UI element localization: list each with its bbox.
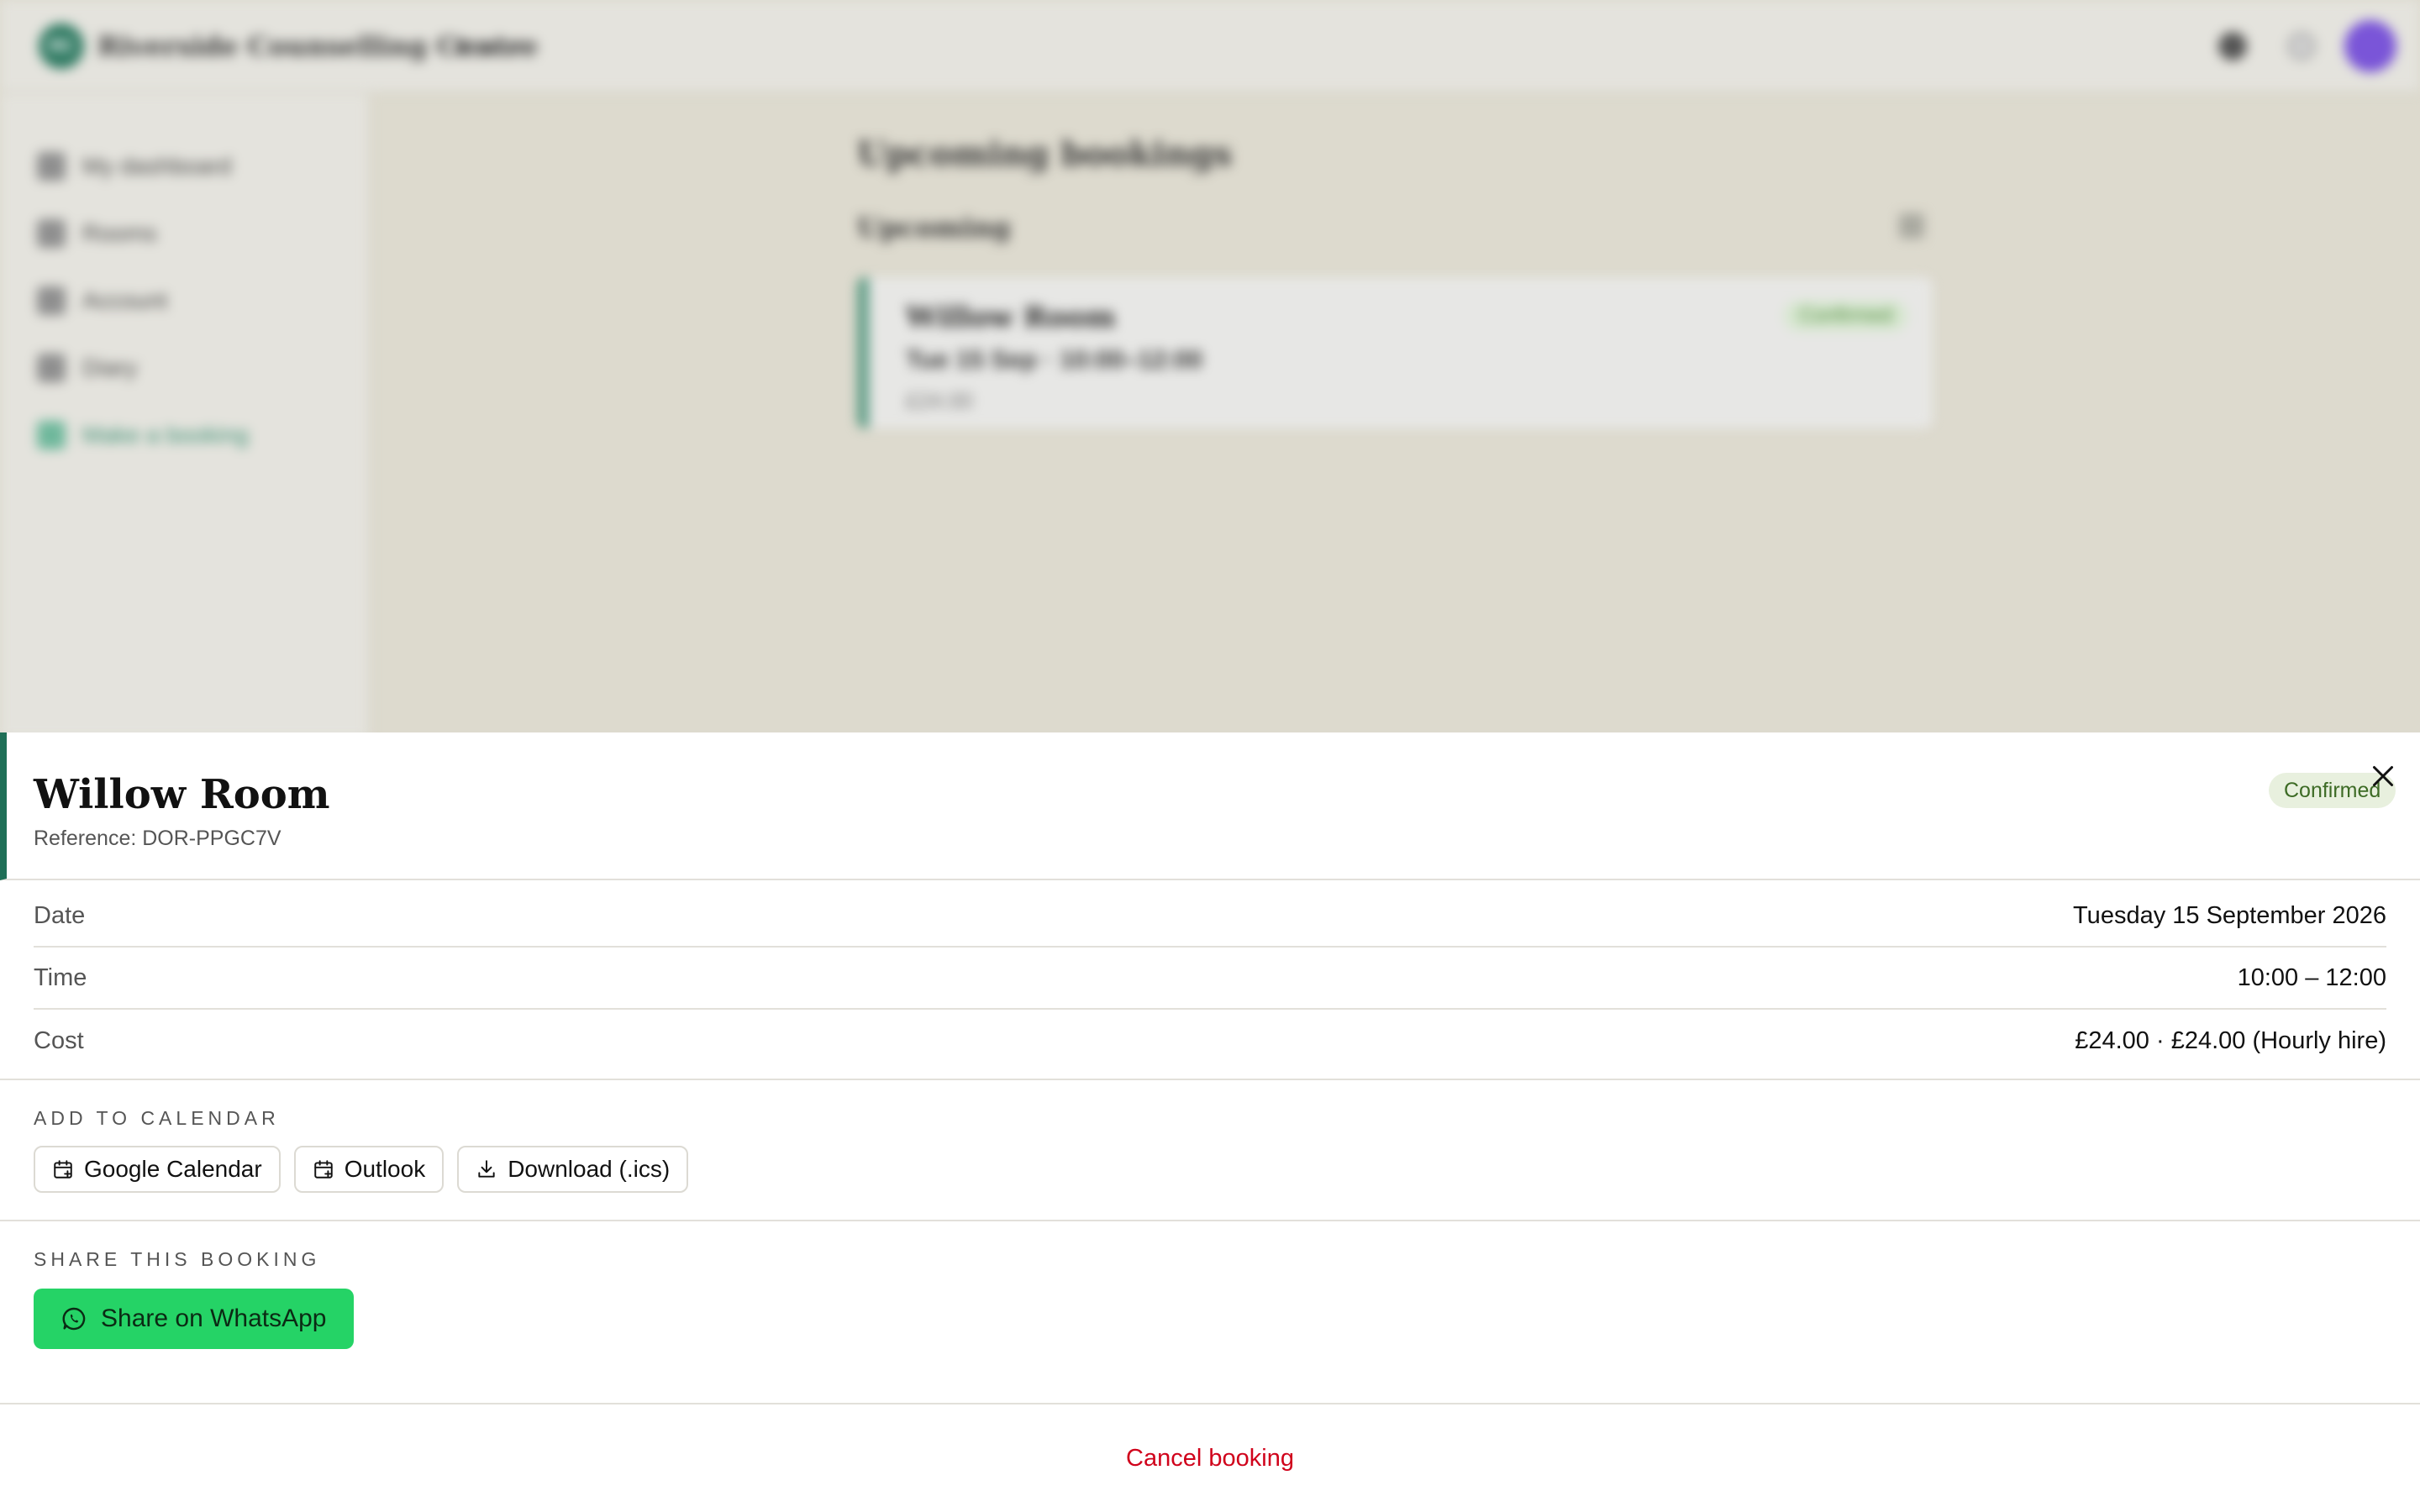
sidebar-item-label: Rooms — [82, 220, 157, 246]
button-label: Download (.ics) — [508, 1156, 671, 1182]
calendar-plus-icon — [37, 421, 66, 449]
add-to-calendar-heading: ADD TO CALENDAR — [34, 1107, 280, 1129]
help-icon[interactable] — [2287, 32, 2316, 60]
detail-value: 10:00 – 12:00 — [2237, 963, 2386, 991]
dashboard-icon — [37, 152, 66, 181]
detail-row-time: Time 10:00 – 12:00 — [34, 948, 2386, 1010]
whatsapp-icon — [62, 1307, 86, 1331]
booking-card-when: Tue 15 Sep · 10:00–12:00 — [906, 346, 1202, 374]
account-icon — [37, 286, 66, 315]
booking-card[interactable]: Willow Room Tue 15 Sep · 10:00–12:00 £24… — [857, 277, 1933, 428]
sidebar-item-diary[interactable]: Diary — [37, 351, 137, 385]
detail-value: Tuesday 15 September 2026 — [2073, 901, 2386, 929]
button-label: Share on WhatsApp — [101, 1305, 327, 1332]
calendar-buttons: Google Calendar Outlook Download (.ics) — [34, 1146, 689, 1193]
divider — [0, 1403, 2420, 1404]
button-label: Outlook — [344, 1156, 426, 1182]
page-title: Upcoming bookings — [857, 134, 1233, 174]
sidebar-item-dashboard[interactable]: My dashboard — [37, 150, 231, 183]
divider — [0, 1079, 2420, 1080]
edit-icon[interactable] — [1899, 213, 1924, 239]
booking-reference: Reference: DOR-PPGC7V — [34, 827, 281, 850]
download-ics-button[interactable]: Download (.ics) — [457, 1146, 689, 1193]
google-calendar-button[interactable]: Google Calendar — [34, 1146, 281, 1193]
booking-detail-sheet: Willow Room Reference: DOR-PPGC7V Confir… — [0, 732, 2420, 1512]
brand-logo: RC — [39, 24, 84, 69]
download-icon — [478, 1160, 495, 1178]
sidebar-item-label: My dashboard — [82, 153, 232, 179]
rooms-icon — [37, 219, 66, 248]
detail-label: Date — [34, 901, 86, 929]
avatar[interactable] — [2344, 20, 2396, 72]
detail-label: Time — [34, 963, 87, 991]
detail-label: Cost — [34, 1026, 84, 1054]
outlook-button[interactable]: Outlook — [293, 1146, 445, 1193]
detail-row-cost: Cost £24.00 · £24.00 (Hourly hire) — [34, 1010, 2386, 1072]
share-whatsapp-button[interactable]: Share on WhatsApp — [34, 1289, 354, 1349]
sidebar-item-label: Make a booking — [82, 422, 249, 448]
room-title: Willow Room — [34, 771, 330, 818]
sidebar-item-make-booking[interactable]: Make a booking — [37, 418, 249, 452]
detail-row-date: Date Tuesday 15 September 2026 — [34, 885, 2386, 948]
top-bar: RC Riverside Counselling Centre Booker — [0, 0, 2420, 92]
booking-card-title: Willow Room — [906, 301, 1116, 334]
button-label: Google Calendar — [84, 1156, 262, 1182]
sheet-header: Willow Room Reference: DOR-PPGC7V Confir… — [0, 732, 2420, 880]
status-badge: Confirmed — [1784, 301, 1907, 331]
share-booking-heading: SHARE THIS BOOKING — [34, 1248, 321, 1270]
sidebar-item-label: Diary — [82, 354, 138, 381]
sidebar: My dashboard Rooms Account Diary Make a … — [0, 94, 370, 739]
booking-card-price: £24.00 — [906, 388, 973, 413]
settings-icon[interactable] — [2218, 32, 2247, 60]
close-icon[interactable] — [2368, 761, 2398, 791]
sidebar-item-account[interactable]: Account — [37, 284, 167, 318]
user-role-label: Booker — [454, 34, 529, 60]
background-app: RC Riverside Counselling Centre Booker M… — [0, 0, 2420, 739]
calendar-plus-icon — [54, 1160, 72, 1179]
section-title: Upcoming — [857, 212, 1011, 244]
diary-icon — [37, 354, 66, 382]
cancel-booking-button[interactable]: Cancel booking — [0, 1445, 2420, 1473]
divider — [0, 1220, 2420, 1221]
calendar-plus-icon — [313, 1160, 333, 1179]
sidebar-item-label: Account — [82, 287, 168, 313]
detail-value: £24.00 · £24.00 (Hourly hire) — [2075, 1026, 2386, 1054]
sidebar-item-rooms[interactable]: Rooms — [37, 217, 157, 250]
